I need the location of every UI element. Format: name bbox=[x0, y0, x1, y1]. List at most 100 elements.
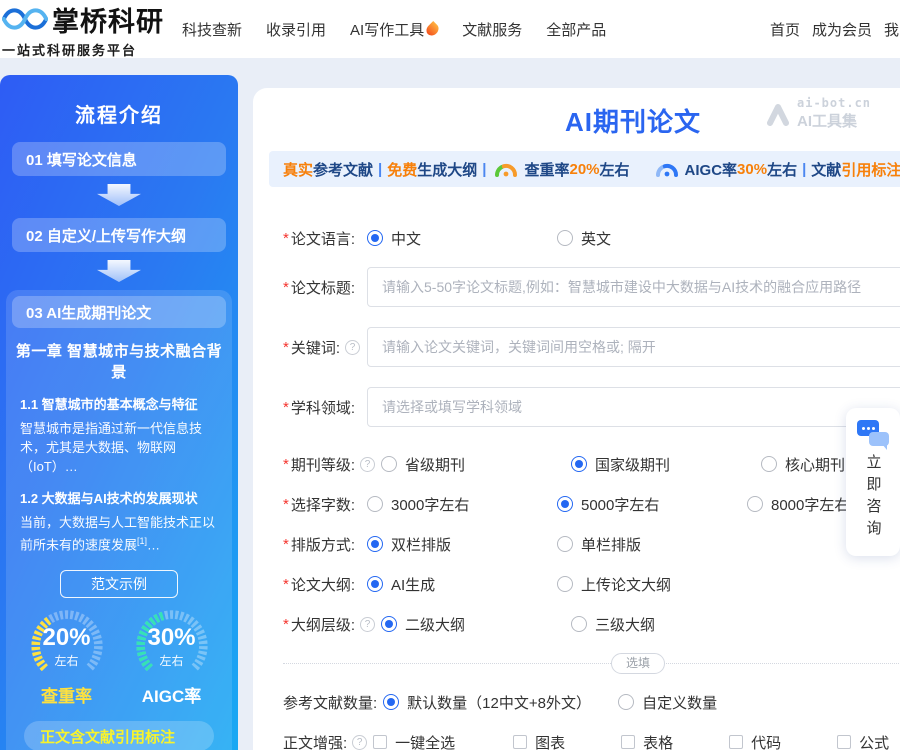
outline-option-1[interactable]: AI生成 bbox=[367, 574, 557, 595]
preview-heading-1: 1.1 智慧城市的基本概念与特征 bbox=[20, 394, 218, 413]
field-label-layout: *排版方式: bbox=[283, 534, 361, 555]
checkbox-icon[interactable] bbox=[513, 735, 527, 749]
required-asterisk: * bbox=[283, 536, 289, 553]
banner-text: 免费 bbox=[387, 159, 417, 180]
enhance-option-5[interactable]: 公式 bbox=[837, 732, 900, 750]
consult-button[interactable]: 立即咨询 bbox=[846, 408, 900, 556]
step-2-outline[interactable]: 02 自定义/上传写作大纲 bbox=[12, 218, 226, 252]
form-row-layout: *排版方式: 双栏排版 单栏排版 bbox=[283, 533, 900, 555]
radio-icon[interactable] bbox=[381, 456, 397, 472]
journal_level-option-1[interactable]: 省级期刊 bbox=[381, 454, 571, 475]
field-label-journal_level: *期刊等级:? bbox=[283, 454, 375, 475]
radio-icon[interactable] bbox=[557, 576, 573, 592]
layout-option-2[interactable]: 单栏排版 bbox=[557, 534, 747, 555]
help-icon[interactable]: ? bbox=[360, 457, 375, 472]
radio-dot bbox=[371, 580, 379, 588]
field-label-text: 论文大纲: bbox=[291, 574, 355, 595]
checkbox-icon[interactable] bbox=[729, 735, 743, 749]
language-option-2[interactable]: 英文 bbox=[557, 228, 747, 249]
required-asterisk: * bbox=[283, 576, 289, 593]
nav-item-3[interactable]: AI写作工具 bbox=[350, 19, 438, 40]
nav-item-2[interactable]: 收录引用 bbox=[266, 19, 326, 40]
radio-selected-icon[interactable] bbox=[381, 616, 397, 632]
sample-essay-button[interactable]: 范文示例 bbox=[60, 570, 178, 598]
help-icon[interactable]: ? bbox=[360, 617, 375, 632]
help-icon[interactable]: ? bbox=[345, 340, 360, 355]
option-label: 双栏排版 bbox=[391, 534, 451, 555]
radio-icon[interactable] bbox=[761, 456, 777, 472]
radio-dot bbox=[575, 460, 583, 468]
banner-text: 生成大纲 bbox=[417, 159, 477, 180]
form-row-ref_count: 参考文献数量:默认数量（12中文+8外文）自定义数量 bbox=[283, 691, 900, 713]
gauge-label: 查重率 bbox=[17, 682, 117, 707]
rate-gauges: 20%左右查重率 30%左右AIGC率 bbox=[12, 608, 226, 707]
checkbox-icon[interactable] bbox=[621, 735, 635, 749]
enhance-option-1[interactable]: 一键全选 bbox=[373, 732, 513, 750]
radio-icon[interactable] bbox=[747, 496, 763, 512]
radio-selected-icon[interactable] bbox=[383, 694, 399, 710]
radio-icon[interactable] bbox=[618, 694, 634, 710]
language-option-1[interactable]: 中文 bbox=[367, 228, 557, 249]
outline_level-option-1[interactable]: 二级大纲 bbox=[381, 614, 571, 635]
nav-right-item-3[interactable]: 我的 bbox=[884, 19, 900, 40]
nav-item-4[interactable]: 文献服务 bbox=[462, 19, 522, 40]
top-navbar: 掌桥科研 一站式科研服务平台 科技查新 收录引用 AI写作工具 文献服务 全部产品 首页… bbox=[0, 0, 900, 58]
option-label: 上传论文大纲 bbox=[581, 574, 671, 595]
layout-option-1[interactable]: 双栏排版 bbox=[367, 534, 557, 555]
checkbox-icon[interactable] bbox=[373, 735, 387, 749]
logo[interactable]: 掌桥科研 一站式科研服务平台 bbox=[2, 0, 164, 59]
field-label-word_count: *选择字数: bbox=[283, 494, 361, 515]
radio-icon[interactable] bbox=[367, 496, 383, 512]
keywords-input[interactable] bbox=[367, 327, 900, 367]
field-label-keywords: *关键词:? bbox=[283, 337, 361, 358]
nav-right-item-1[interactable]: 首页 bbox=[770, 19, 800, 40]
radio-selected-icon[interactable] bbox=[367, 230, 383, 246]
journal_level-option-2[interactable]: 国家级期刊 bbox=[571, 454, 761, 475]
banner-text: 30% bbox=[737, 161, 767, 178]
required-asterisk: * bbox=[283, 496, 289, 513]
radio-selected-icon[interactable] bbox=[557, 496, 573, 512]
enhance-option-2[interactable]: 图表 bbox=[513, 732, 621, 750]
watermark-line1: ai-bot.cn bbox=[797, 96, 871, 110]
radio-selected-icon[interactable] bbox=[571, 456, 587, 472]
logo-wave-icon bbox=[2, 3, 52, 35]
gauge-approx: 左右 bbox=[54, 652, 78, 669]
sidebar: 流程介绍 01 填写论文信息 02 自定义/上传写作大纲 03 AI生成期刊论文… bbox=[0, 75, 238, 750]
gauge-value: 30% bbox=[147, 626, 195, 650]
field-label-outline: *论文大纲: bbox=[283, 574, 361, 595]
word_count-option-2[interactable]: 5000字左右 bbox=[557, 494, 747, 515]
outline_level-option-2[interactable]: 三级大纲 bbox=[571, 614, 761, 635]
form-row-word_count: *选择字数:3000字左右5000字左右8000字左右 bbox=[283, 493, 900, 515]
outline-option-2[interactable]: 上传论文大纲 bbox=[557, 574, 747, 595]
banner-text: 引用标注 bbox=[841, 159, 900, 180]
radio-icon[interactable] bbox=[557, 230, 573, 246]
radio-icon[interactable] bbox=[557, 536, 573, 552]
ref_count-option-1[interactable]: 默认数量（12中文+8外文） bbox=[383, 692, 618, 713]
enhance-option-4[interactable]: 代码 bbox=[729, 732, 837, 750]
step-1-fill-info[interactable]: 01 填写论文信息 bbox=[12, 142, 226, 176]
option-label: 核心期刊 bbox=[785, 454, 845, 475]
nav-right-item-2[interactable]: 成为会员 bbox=[812, 19, 872, 40]
subject-input[interactable] bbox=[367, 387, 900, 427]
watermark: ai-bot.cn AI工具集 bbox=[765, 96, 871, 131]
title-input[interactable] bbox=[367, 267, 900, 307]
nav-item-5[interactable]: 全部产品 bbox=[546, 19, 606, 40]
gauge-查重率: 20% 左右查重率 bbox=[17, 608, 117, 707]
required-asterisk: * bbox=[283, 279, 289, 296]
gauge-value: 20% bbox=[42, 626, 90, 650]
option-label: 自定义数量 bbox=[642, 692, 717, 713]
radio-selected-icon[interactable] bbox=[367, 576, 383, 592]
step-3-generate[interactable]: 03 AI生成期刊论文 bbox=[12, 296, 226, 328]
checkbox-icon[interactable] bbox=[837, 735, 851, 749]
radio-selected-icon[interactable] bbox=[367, 536, 383, 552]
ref_count-option-2[interactable]: 自定义数量 bbox=[618, 692, 853, 713]
divider-line bbox=[283, 663, 900, 664]
radio-icon[interactable] bbox=[571, 616, 587, 632]
help-icon[interactable]: ? bbox=[352, 735, 367, 750]
nav-item-1[interactable]: 科技查新 bbox=[182, 19, 242, 40]
word_count-option-1[interactable]: 3000字左右 bbox=[367, 494, 557, 515]
enhance-option-3[interactable]: 表格 bbox=[621, 732, 729, 750]
field-label-subject: *学科领域: bbox=[283, 397, 361, 418]
radio-dot bbox=[561, 500, 569, 508]
gauge-approx: 左右 bbox=[159, 652, 183, 669]
